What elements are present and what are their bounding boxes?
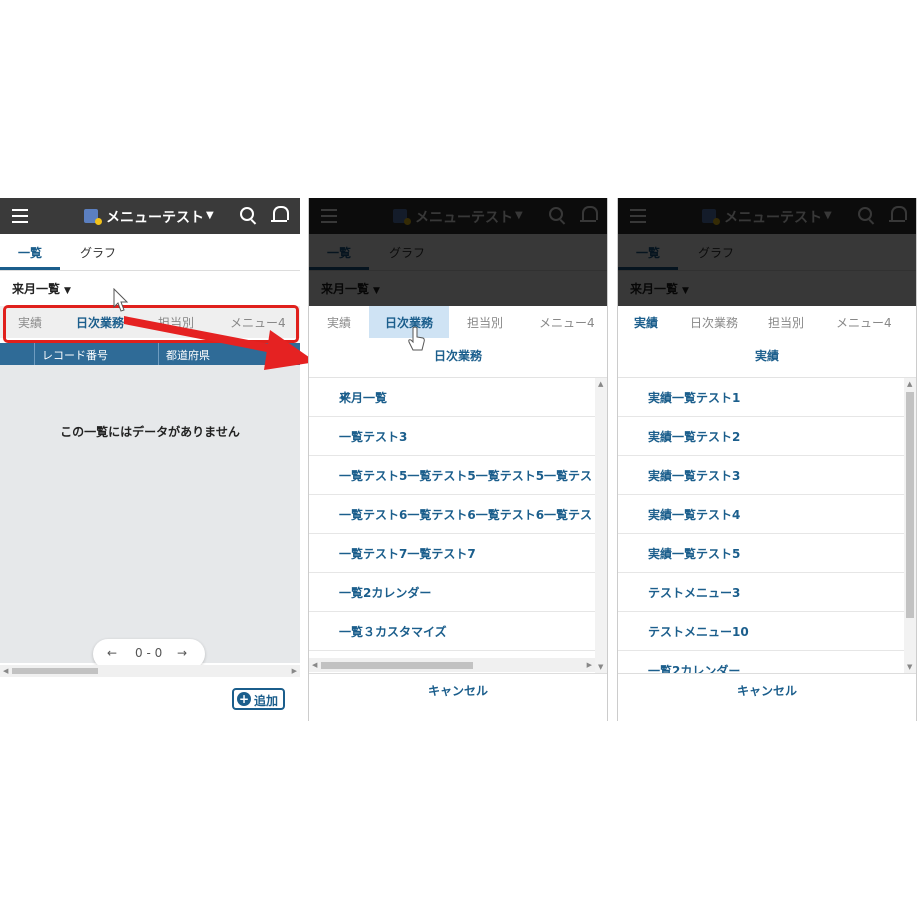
arrow-icon: [124, 316, 316, 370]
scrollbar-thumb[interactable]: [906, 392, 914, 618]
list-item[interactable]: 一覧テスト6一覧テスト6一覧テスト6一覧テスト: [309, 495, 595, 534]
list-item-label: テストメニュー3: [648, 586, 741, 600]
menu-tab-daily[interactable]: 日次業務: [690, 314, 738, 331]
table-body: この一覧にはデータがありません: [0, 365, 300, 663]
tab-graph[interactable]: グラフ: [80, 244, 116, 261]
list-item[interactable]: 一覧テスト7一覧テスト7: [309, 534, 595, 573]
scroll-up-icon[interactable]: ▲: [598, 380, 603, 388]
horizontal-scrollbar[interactable]: ◀ ▶: [0, 665, 300, 677]
scrollbar-thumb[interactable]: [12, 668, 98, 674]
scrollbar-thumb[interactable]: [321, 662, 473, 669]
cancel-button[interactable]: キャンセル: [618, 673, 916, 721]
list-item[interactable]: テストメニュー3: [618, 573, 904, 612]
list-selector[interactable]: 来月一覧▼: [12, 280, 71, 297]
column-record-number[interactable]: レコード番号: [42, 347, 108, 363]
add-button[interactable]: + 追加: [232, 688, 285, 710]
vertical-scrollbar[interactable]: ▲ ▼: [904, 378, 916, 673]
menu-tabs: 実績 日次業務 担当別 メニュー4: [618, 306, 916, 338]
list-selector-label: 来月一覧: [12, 282, 61, 296]
action-sheet: 日次業務 ✔ 来月一覧 一覧テスト3 一覧テスト5一覧テスト5一覧テスト5一覧テス…: [309, 338, 607, 721]
plus-circle-icon: +: [237, 692, 251, 706]
list-item-label: 実績一覧テスト4: [648, 508, 741, 522]
scroll-left-icon[interactable]: ◀: [3, 667, 8, 675]
sheet-title: 日次業務: [309, 338, 607, 378]
list-item-label: 実績一覧テスト2: [648, 430, 741, 444]
horizontal-scrollbar[interactable]: ◀ ▶: [309, 658, 595, 672]
menu-tabs: 実績 日次業務 担当別 メニュー4: [309, 306, 607, 338]
scroll-right-icon[interactable]: ▶: [587, 661, 592, 669]
list-item[interactable]: 一覧テスト5一覧テスト5一覧テスト5一覧テスト: [309, 456, 595, 495]
list-item-label: 一覧テスト7一覧テスト7: [339, 547, 476, 561]
active-tab-indicator: [0, 267, 60, 270]
search-icon[interactable]: [240, 207, 254, 221]
list-item[interactable]: 一覧2カレンダー: [618, 651, 904, 673]
menu-tab-results[interactable]: 実績: [634, 314, 658, 331]
list-item[interactable]: 実績一覧テスト4: [618, 495, 904, 534]
hand-cursor-icon: [408, 326, 425, 351]
next-page-icon[interactable]: →: [177, 646, 187, 660]
list-item-label: テストメニュー10: [648, 625, 749, 639]
list-item[interactable]: テストメニュー10: [618, 612, 904, 651]
scroll-right-icon[interactable]: ▶: [292, 667, 297, 675]
list-item-label: 一覧テスト5一覧テスト5一覧テスト5一覧テスト: [339, 469, 595, 483]
list-item-label: 実績一覧テスト3: [648, 469, 741, 483]
app-icon: [84, 209, 102, 225]
list-item-label: 一覧2カレンダー: [648, 664, 741, 673]
scroll-down-icon[interactable]: ▼: [907, 663, 912, 671]
menu-tab-assignee[interactable]: 担当別: [768, 314, 804, 331]
menu-tab-results[interactable]: 実績: [327, 314, 351, 331]
vertical-scrollbar[interactable]: ▲ ▼: [595, 378, 607, 673]
modal-overlay[interactable]: [309, 198, 607, 306]
column-divider: [34, 343, 35, 365]
list-item[interactable]: 実績一覧テスト1: [618, 378, 904, 417]
prev-page-icon[interactable]: ←: [107, 646, 117, 660]
list-item[interactable]: 実績一覧テスト3: [618, 456, 904, 495]
bell-icon[interactable]: [271, 206, 289, 222]
caret-down-icon: ▼: [64, 286, 71, 296]
list-item-label: 一覧2カレンダー: [339, 586, 432, 600]
tab-list[interactable]: 一覧: [18, 244, 42, 261]
list-item-label: 一覧３カスタマイズ: [339, 625, 447, 639]
action-sheet: 実績 実績一覧テスト1 実績一覧テスト2 実績一覧テスト3 実績一覧テスト4 実…: [618, 338, 916, 721]
cancel-button[interactable]: キャンセル: [309, 673, 607, 721]
list-item-label: 実績一覧テスト5: [648, 547, 741, 561]
list-item-label: 一覧テスト6一覧テスト6一覧テスト6一覧テスト: [339, 508, 595, 522]
panel-list-view: メニューテスト ▼ 一覧 グラフ 来月一覧 ▼ 実績 日次業務 担当別 メニュー4…: [0, 198, 300, 721]
empty-message: この一覧にはデータがありません: [60, 425, 240, 439]
panel-daily-sheet: メニューテスト ▼ 一覧 グラフ 来月一覧▼ 実績 日次業務 担当別 メニュー4…: [308, 198, 608, 721]
list-item[interactable]: 一覧テスト3: [309, 417, 595, 456]
menu-tab-4[interactable]: メニュー4: [539, 314, 595, 331]
list-item[interactable]: 一覧３カスタマイズ: [309, 612, 595, 651]
sheet-title: 実績: [618, 338, 916, 378]
modal-overlay[interactable]: [618, 198, 916, 306]
menu-tab-assignee[interactable]: 担当別: [467, 314, 503, 331]
list-item-label: 一覧テスト3: [339, 430, 408, 444]
list-item[interactable]: 一覧2カレンダー: [309, 573, 595, 612]
list-item[interactable]: 実績一覧テスト5: [618, 534, 904, 573]
app-header: メニューテスト ▼: [0, 198, 300, 234]
app-title[interactable]: メニューテスト: [106, 207, 204, 227]
list-item[interactable]: 実績一覧テスト2: [618, 417, 904, 456]
scroll-left-icon[interactable]: ◀: [312, 661, 317, 669]
list-item[interactable]: ✔ 来月一覧: [309, 378, 595, 417]
menu-tab-4[interactable]: メニュー4: [836, 314, 892, 331]
chevron-down-icon[interactable]: ▼: [206, 210, 214, 221]
view-tabs: 一覧 グラフ: [0, 234, 300, 271]
scroll-up-icon[interactable]: ▲: [907, 380, 912, 388]
scroll-down-icon[interactable]: ▼: [598, 663, 603, 671]
panel-results-sheet: メニューテスト ▼ 一覧 グラフ 来月一覧▼ 実績 日次業務 担当別 メニュー4…: [617, 198, 917, 721]
add-button-label: 追加: [254, 694, 279, 708]
list-item-label: 来月一覧: [339, 391, 388, 405]
page-range: 0 - 0: [135, 646, 163, 660]
menu-icon[interactable]: [12, 209, 28, 223]
list-item-label: 実績一覧テスト1: [648, 391, 741, 405]
